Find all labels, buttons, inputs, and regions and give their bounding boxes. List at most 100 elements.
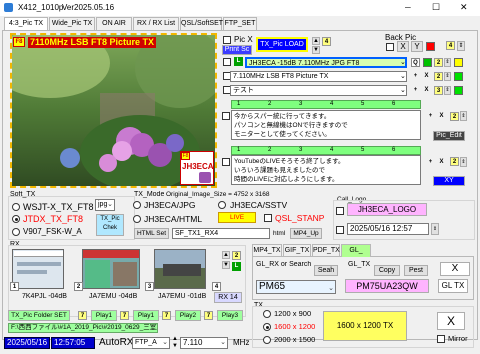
- play-num-4[interactable]: 7: [204, 311, 213, 320]
- freq-select[interactable]: 7.110 ⌄: [180, 337, 228, 349]
- gl-rx-input[interactable]: PM65 ⌄: [256, 280, 336, 294]
- close-icon[interactable]: ✕: [460, 2, 468, 13]
- tx-pic-check-button[interactable]: TX_Pic Chek: [96, 214, 124, 236]
- play1-button-b[interactable]: Play1: [133, 310, 159, 321]
- back-pic-x-button[interactable]: X: [397, 41, 409, 52]
- gl-tx-value[interactable]: PM75UA23QW: [345, 279, 429, 293]
- rx-thumb-2[interactable]: [82, 249, 140, 289]
- call-logo-date[interactable]: 2025/05/16 12:57: [347, 223, 429, 235]
- msg2-checkbox[interactable]: [222, 158, 230, 166]
- play2-button[interactable]: Play2: [175, 310, 201, 321]
- html-set-button[interactable]: HTML Set: [134, 228, 169, 239]
- back-pic-color-swatch[interactable]: [426, 42, 435, 51]
- rx-num-3[interactable]: 3: [145, 282, 154, 291]
- text-row-1-input[interactable]: JH3ECA -15dB 7.110MHz JPG FT8: [245, 57, 407, 68]
- text-row-1-q[interactable]: Q: [411, 58, 420, 67]
- text-row-1-swatch[interactable]: [454, 58, 463, 67]
- tx-mode-radio-sstv[interactable]: [218, 201, 226, 209]
- rx-stepper-dn[interactable]: ▼: [222, 261, 230, 269]
- msg1-tab-3[interactable]: 3: [299, 101, 302, 107]
- text-row-2-stepper[interactable]: ⇕: [444, 72, 451, 81]
- text-row-1-checkbox[interactable]: [223, 58, 231, 66]
- play3-button[interactable]: Play3: [217, 310, 243, 321]
- maximize-icon[interactable]: ☐: [432, 2, 440, 13]
- play1-button-a[interactable]: Play1: [91, 310, 117, 321]
- freq-stepper-dn[interactable]: ▼: [172, 343, 178, 349]
- play-num-3[interactable]: 7: [162, 311, 171, 320]
- rx-l-button[interactable]: L: [232, 262, 241, 271]
- msg1-tab-5[interactable]: 5: [361, 101, 364, 107]
- rx-thumb-1[interactable]: [12, 249, 64, 289]
- rx-num-1[interactable]: 1: [10, 282, 19, 291]
- text-row-1-dropdown-icon[interactable]: ⌄: [400, 58, 406, 66]
- ftp-select[interactable]: FTP_A ⌄: [132, 337, 170, 349]
- rx14-button[interactable]: RX 14: [214, 292, 242, 303]
- text-row-1-color[interactable]: [423, 58, 432, 67]
- tab-rx-list[interactable]: RX / RX List: [133, 17, 179, 30]
- minimize-icon[interactable]: ─: [405, 3, 411, 12]
- text-row-2-plus[interactable]: +: [411, 72, 420, 81]
- msg1-tab-1[interactable]: 1: [237, 101, 240, 107]
- folder-set-button[interactable]: TX_Pic Folder SET: [8, 310, 70, 321]
- msg2-x[interactable]: X: [437, 158, 446, 167]
- text-row-3-num[interactable]: 3: [434, 86, 443, 95]
- freq-stepper-up[interactable]: ▲: [172, 336, 178, 342]
- text-row-2-num[interactable]: 2: [434, 72, 443, 81]
- folder-path[interactable]: F:\西西ファイル\#1A_2019_Pic\#2019_0629_三室戸寺: [8, 323, 158, 333]
- gl-tx-button[interactable]: GL TX: [438, 279, 468, 293]
- tx-pic-load-button[interactable]: TX_Pic LOAD: [256, 37, 308, 52]
- gl-pest-button[interactable]: Pest: [404, 265, 428, 276]
- text-row-2-swatch[interactable]: [454, 72, 463, 81]
- msg2-tab-1[interactable]: 1: [237, 147, 240, 153]
- pic-edit-button[interactable]: Pic_Edit: [433, 131, 465, 141]
- text-row-2-input[interactable]: 7.110MHz LSB FT8 Picture TX: [230, 71, 407, 82]
- pic-x-stepper-up[interactable]: ▲: [312, 37, 320, 45]
- call-logo-checkbox[interactable]: [336, 207, 344, 215]
- gl-x-button[interactable]: X: [440, 262, 470, 276]
- print-sc-button[interactable]: Print Sc: [222, 45, 252, 55]
- tx-size-radio-2000[interactable]: [263, 336, 271, 344]
- msg1-num[interactable]: 2: [450, 112, 459, 121]
- tx-send-button[interactable]: 1600 x 1200 TX: [323, 311, 407, 341]
- rx-p-num[interactable]: 2: [232, 251, 241, 260]
- rx-thumb-3[interactable]: [154, 249, 206, 289]
- soft-tx-radio-wsjtx[interactable]: [12, 203, 20, 211]
- text-row-1-num[interactable]: 2: [434, 58, 443, 67]
- pic-x-num[interactable]: 4: [322, 37, 331, 46]
- msg1-textarea[interactable]: 今からスパー統に行ってきます。 パソコンと無線機はONで行きますので モニターと…: [231, 110, 421, 140]
- tab-gl[interactable]: GL_: [341, 244, 371, 257]
- msg2-stepper[interactable]: ⇕: [460, 157, 467, 167]
- play-num-2[interactable]: 7: [120, 311, 129, 320]
- tx-mode-radio-jpg[interactable]: [133, 201, 141, 209]
- soft-tx-radio-v907[interactable]: [12, 228, 20, 236]
- rx-num-4[interactable]: 4: [212, 282, 221, 291]
- tab-on-air[interactable]: ON AIR: [96, 17, 132, 30]
- html-file-input[interactable]: SF_TX1_RX4: [172, 228, 270, 239]
- pic-x-stepper-dn[interactable]: ▼: [312, 46, 320, 54]
- jpg-select[interactable]: jpg ⌄: [95, 199, 115, 211]
- msg2-tab-4[interactable]: 4: [330, 147, 333, 153]
- msg2-num[interactable]: 2: [450, 157, 459, 166]
- rx-num-2[interactable]: 2: [74, 282, 83, 291]
- tx-x-button[interactable]: X: [437, 312, 465, 330]
- back-pic-num[interactable]: 4: [446, 41, 455, 50]
- text-row-3-input[interactable]: テスト: [230, 85, 407, 96]
- msg2-plus[interactable]: +: [426, 158, 435, 167]
- play-num-1[interactable]: 7: [78, 311, 87, 320]
- rx-stepper-up[interactable]: ▲: [222, 251, 230, 259]
- tx-mode-radio-html[interactable]: [133, 215, 141, 223]
- back-pic-y-button[interactable]: Y: [411, 41, 423, 52]
- call-logo-button[interactable]: JH3ECA_LOGO: [347, 203, 427, 216]
- msg1-tab-4[interactable]: 4: [330, 101, 333, 107]
- text-row-3-dropdown-icon[interactable]: ⌄: [400, 86, 406, 94]
- tx-size-radio-1600[interactable]: [263, 323, 271, 331]
- text-row-2-dropdown-icon[interactable]: ⌄: [400, 72, 406, 80]
- soft-tx-radio-jtdx[interactable]: [12, 215, 20, 223]
- msg2-tab-3[interactable]: 3: [299, 147, 302, 153]
- text-row-1-tag[interactable]: L: [234, 57, 243, 66]
- qsl-stamp-checkbox[interactable]: [264, 214, 272, 222]
- msg2-tab-5[interactable]: 5: [361, 147, 364, 153]
- msg1-plus[interactable]: +: [426, 112, 435, 121]
- xy-button[interactable]: XY: [433, 176, 465, 186]
- msg1-stepper[interactable]: ⇕: [460, 111, 467, 121]
